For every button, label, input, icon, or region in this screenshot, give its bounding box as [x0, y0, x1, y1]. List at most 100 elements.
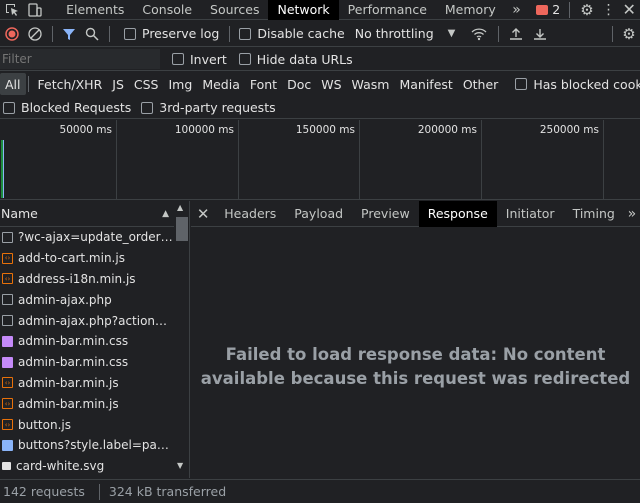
type-filter-doc[interactable]: Doc [282, 73, 316, 95]
invert-checkbox[interactable]: Invert [172, 52, 227, 67]
search-icon[interactable] [80, 27, 104, 41]
third-party-requests-checkbox[interactable]: 3rd-party requests [141, 100, 276, 115]
network-status-bar: 142 requests 324 kB transferred [0, 479, 640, 503]
detail-tab-initiator[interactable]: Initiator [497, 201, 564, 227]
more-tabs-icon[interactable]: » [505, 2, 529, 18]
request-row[interactable]: buttons?style.label=paypal... [0, 435, 175, 456]
timeline-grid-line [481, 120, 482, 200]
detail-tab-preview[interactable]: Preview [352, 201, 419, 227]
type-filter-js[interactable]: JS [107, 73, 129, 95]
has-blocked-cookies-checkbox[interactable]: Has blocked cookies [515, 77, 640, 92]
scroll-down-arrow-icon[interactable]: ▼ [177, 461, 183, 470]
type-filter-media[interactable]: Media [197, 73, 245, 95]
network-settings-gear-icon[interactable]: ⚙ [618, 25, 640, 43]
request-options-row: Blocked Requests 3rd-party requests [0, 97, 640, 119]
request-name: ?wc-ajax=update_order_rev... [18, 230, 175, 245]
request-name: admin-ajax.php?action=ima... [18, 313, 175, 328]
request-row[interactable]: card-white.svg [0, 456, 175, 477]
timeline-grid-line [238, 120, 239, 200]
settings-gear-icon[interactable]: ⚙ [575, 1, 599, 19]
scroll-up-arrow-icon[interactable]: ▲ [177, 203, 183, 212]
import-har-upload-icon[interactable] [504, 27, 528, 41]
preserve-log-checkbox[interactable]: Preserve log [124, 26, 219, 41]
device-toolbar-icon[interactable] [24, 0, 48, 20]
type-filter-all[interactable]: All [0, 73, 26, 95]
request-row[interactable]: ‹› address-i18n.min.js [0, 269, 175, 290]
timeline-tick-label: 50000 ms [59, 124, 112, 136]
timeline-tick-label: 200000 ms [417, 124, 477, 136]
blocked-requests-checkbox[interactable]: Blocked Requests [3, 100, 131, 115]
divider [98, 483, 100, 500]
tab-network[interactable]: Network [268, 0, 339, 20]
dropdown-caret-icon: ▼ [447, 28, 456, 39]
request-row[interactable]: ‹› admin-bar.min.js [0, 393, 175, 414]
network-conditions-wifi-icon[interactable] [465, 27, 493, 41]
type-filter-wasm[interactable]: Wasm [347, 73, 395, 95]
js-file-icon: ‹› [2, 273, 13, 285]
timeline-grid-line [359, 120, 360, 200]
filter-row: Invert Hide data URLs [0, 48, 640, 71]
more-detail-tabs-icon[interactable]: » [624, 206, 640, 222]
divider [498, 25, 500, 42]
request-row[interactable]: ‹› button.js [0, 414, 175, 435]
divider [229, 25, 231, 42]
throttling-select[interactable]: No throttling ▼ [355, 26, 456, 41]
tab-console[interactable]: Console [133, 0, 201, 20]
tab-sources[interactable]: Sources [201, 0, 268, 20]
request-name: add-to-cart.min.js [18, 251, 125, 266]
network-toolbar: Preserve log Disable cache No throttling… [0, 21, 640, 47]
request-count: 142 requests [3, 484, 85, 499]
request-row[interactable]: admin-ajax.php?action=ima... [0, 310, 175, 331]
detail-tab-headers[interactable]: Headers [215, 201, 285, 227]
tab-memory[interactable]: Memory [436, 0, 505, 20]
issues-count: 2 [552, 2, 561, 17]
name-column-header[interactable]: Name ▲ [0, 201, 189, 227]
inspect-element-icon[interactable] [0, 0, 24, 20]
devtools-tab-strip: Elements Console Sources Network Performance… [0, 0, 640, 20]
timeline-tick-label: 250000 ms [539, 124, 599, 136]
request-name: admin-ajax.php [18, 292, 112, 307]
request-list-scrollbar[interactable]: ▲ ▼ [174, 201, 189, 478]
request-row[interactable]: ‹› add-to-cart.min.js [0, 248, 175, 269]
tab-performance[interactable]: Performance [339, 0, 436, 20]
request-name: admin-bar.min.js [18, 375, 119, 390]
timeline-overview[interactable]: 50000 ms 100000 ms 150000 ms 200000 ms 2… [0, 120, 640, 200]
css-file-icon [2, 335, 13, 347]
detail-tab-payload[interactable]: Payload [285, 201, 352, 227]
export-har-download-icon[interactable] [528, 27, 552, 41]
clear-icon[interactable] [23, 26, 47, 41]
disable-cache-checkbox[interactable]: Disable cache [239, 26, 345, 41]
type-filter-img[interactable]: Img [164, 73, 198, 95]
scrollbar-thumb[interactable] [176, 217, 188, 241]
resource-type-filter-row: All Fetch/XHR JS CSS Img Media Font Doc WS Wasm Ma… [0, 72, 640, 96]
issues-badge[interactable]: 2 [532, 2, 564, 17]
type-filter-fetch-xhr[interactable]: Fetch/XHR [33, 73, 108, 95]
request-row[interactable]: admin-ajax.php [0, 289, 175, 310]
divider [612, 25, 613, 42]
js-file-icon: ‹› [2, 398, 13, 410]
type-filter-other[interactable]: Other [458, 73, 504, 95]
filter-input[interactable] [0, 49, 160, 69]
record-icon[interactable] [1, 26, 23, 41]
request-row[interactable]: ‹› admin-bar.min.js [0, 373, 175, 394]
close-detail-icon[interactable]: ✕ [191, 205, 215, 223]
filter-funnel-icon[interactable] [58, 27, 80, 41]
txt-file-icon [2, 439, 13, 451]
type-filter-font[interactable]: Font [245, 73, 282, 95]
type-filter-css[interactable]: CSS [129, 73, 164, 95]
request-row[interactable]: admin-bar.min.css [0, 331, 175, 352]
kebab-menu-icon[interactable]: ⋮ [599, 2, 619, 18]
doc-file-icon [2, 294, 13, 306]
type-filter-manifest[interactable]: Manifest [394, 73, 457, 95]
request-row[interactable]: ?wc-ajax=update_order_rev... [0, 227, 175, 248]
detail-tab-timing[interactable]: Timing [564, 201, 624, 227]
type-filter-ws[interactable]: WS [316, 73, 346, 95]
response-status-message: Failed to load response data: No content… [200, 345, 631, 388]
request-row[interactable]: admin-bar.min.css [0, 352, 175, 373]
transferred-size: 324 kB transferred [108, 484, 227, 499]
close-devtools-icon[interactable]: ✕ [618, 0, 640, 19]
tab-elements[interactable]: Elements [57, 0, 133, 20]
divider [109, 25, 110, 42]
hide-data-urls-checkbox[interactable]: Hide data URLs [238, 52, 353, 67]
detail-tab-response[interactable]: Response [418, 200, 497, 227]
